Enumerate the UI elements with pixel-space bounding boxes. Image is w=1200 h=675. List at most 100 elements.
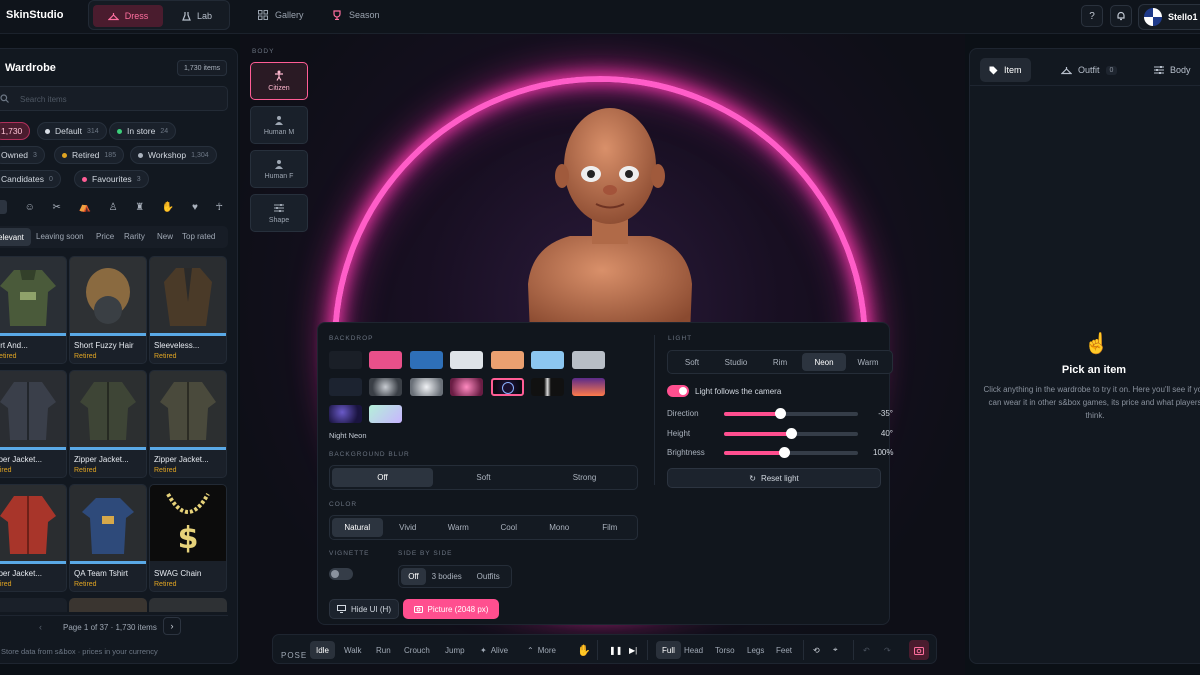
light-rim-option[interactable]: Rim <box>758 353 802 371</box>
help-button[interactable]: ? <box>1081 5 1103 27</box>
light-neon-option[interactable]: Neon <box>802 353 846 371</box>
search-input[interactable]: Search items <box>0 86 228 111</box>
filter-all-chip[interactable]: 1,730 <box>0 122 31 140</box>
pose-run-button[interactable]: Run <box>376 641 391 659</box>
backdrop-swatch[interactable] <box>450 378 483 396</box>
sort-new-tab[interactable]: New <box>157 232 173 241</box>
color-mono-option[interactable]: Mono <box>534 518 585 537</box>
view-head-button[interactable]: Head <box>684 641 703 659</box>
blur-strong-option[interactable]: Strong <box>534 468 635 487</box>
follow-camera-toggle[interactable] <box>667 385 689 397</box>
backdrop-swatch[interactable] <box>369 405 402 423</box>
backdrop-swatch[interactable] <box>329 378 362 396</box>
item-card[interactable]: QA Team Tshirt Retired <box>69 484 147 592</box>
light-warm-option[interactable]: Warm <box>846 353 890 371</box>
item-card[interactable]: pper Jacket... etired <box>0 484 67 592</box>
hide-ui-button[interactable]: Hide UI (H) <box>329 599 399 619</box>
prev-page-icon[interactable]: ‹ <box>39 622 42 632</box>
color-film-option[interactable]: Film <box>585 518 636 537</box>
tab-item[interactable]: Item <box>980 58 1031 82</box>
item-card-partial[interactable] <box>149 598 227 612</box>
filter-owned-chip[interactable]: Owned 3 <box>0 146 45 164</box>
tab-outfit[interactable]: Outfit 0 <box>1052 58 1126 82</box>
next-page-button[interactable]: › <box>163 617 181 635</box>
item-card[interactable]: Zipper Jacket... Retired <box>69 370 147 478</box>
item-card[interactable]: hirt And... Retired <box>0 256 67 364</box>
redo-icon[interactable]: ↷ <box>884 641 891 659</box>
filter-candidates-chip[interactable]: Candidates 0 <box>0 170 61 188</box>
direction-knob[interactable] <box>774 408 786 419</box>
side-3bodies-option[interactable]: 3 bodies <box>426 568 468 585</box>
category-top-icon[interactable]: ⛺ <box>79 202 91 213</box>
brightness-knob[interactable] <box>778 447 790 458</box>
pose-more-button[interactable]: ⌃ More <box>527 641 556 659</box>
category-figure-icon[interactable]: ☥ <box>216 202 223 213</box>
color-natural-option[interactable]: Natural <box>332 518 383 537</box>
backdrop-swatch[interactable] <box>531 351 564 369</box>
brightness-slider[interactable] <box>724 447 858 458</box>
backdrop-swatch[interactable] <box>329 405 362 423</box>
nav-season[interactable]: Season <box>332 10 380 20</box>
picture-button[interactable]: Picture (2048 px) <box>403 599 499 619</box>
height-slider[interactable] <box>724 428 858 439</box>
light-studio-option[interactable]: Studio <box>714 353 758 371</box>
backdrop-swatch[interactable] <box>572 378 605 396</box>
side-outfits-option[interactable]: Outfits <box>467 568 509 585</box>
body-human-f-button[interactable]: Human F <box>250 150 308 188</box>
body-human-m-button[interactable]: Human M <box>250 106 308 144</box>
user-menu[interactable]: Stello1 <box>1138 4 1200 30</box>
body-citizen-button[interactable]: Citizen <box>250 62 308 100</box>
backdrop-swatch[interactable] <box>450 351 483 369</box>
body-shape-button[interactable]: Shape <box>250 194 308 232</box>
light-soft-option[interactable]: Soft <box>670 353 714 371</box>
screenshot-button[interactable] <box>909 640 929 660</box>
filter-instore-chip[interactable]: In store 24 <box>109 122 177 140</box>
undo-icon[interactable]: ↶ <box>863 641 870 659</box>
item-card[interactable]: Sleeveless... Retired <box>149 256 227 364</box>
backdrop-swatch[interactable] <box>572 351 605 369</box>
backdrop-swatch[interactable] <box>531 378 564 396</box>
pose-jump-button[interactable]: Jump <box>445 641 465 659</box>
view-feet-button[interactable]: Feet <box>776 641 792 659</box>
pose-alive-button[interactable]: ✦ Alive <box>480 641 508 659</box>
direction-slider[interactable] <box>724 408 858 419</box>
focus-icon[interactable]: ⌖ <box>833 641 838 659</box>
blur-off-option[interactable]: Off <box>332 468 433 487</box>
mode-lab-button[interactable]: Lab <box>167 5 227 27</box>
reset-light-button[interactable]: ↻ Reset light <box>667 468 881 488</box>
vignette-toggle[interactable] <box>329 568 353 580</box>
notifications-button[interactable] <box>1110 5 1132 27</box>
category-all-icon[interactable] <box>0 200 7 214</box>
item-card[interactable]: Zipper Jacket... Retired <box>149 370 227 478</box>
step-icon[interactable]: ▶| <box>629 641 637 659</box>
filter-workshop-chip[interactable]: Workshop 1,304 <box>130 146 217 164</box>
pose-idle-button[interactable]: Idle <box>310 641 335 659</box>
mode-dress-button[interactable]: Dress <box>93 5 163 27</box>
nav-gallery[interactable]: Gallery <box>258 10 304 20</box>
backdrop-swatch[interactable] <box>410 351 443 369</box>
item-card-partial[interactable] <box>69 598 147 612</box>
view-full-button[interactable]: Full <box>656 641 681 659</box>
pause-icon[interactable]: ❚❚ <box>609 641 622 659</box>
backdrop-swatch-selected[interactable] <box>491 378 524 396</box>
item-card[interactable]: Short Fuzzy Hair Retired <box>69 256 147 364</box>
category-hair-icon[interactable]: ✂ <box>53 202 61 213</box>
view-legs-button[interactable]: Legs <box>747 641 764 659</box>
orbit-icon[interactable]: ⟲ <box>813 641 820 659</box>
filter-favourites-chip[interactable]: Favourites 3 <box>74 170 149 188</box>
backdrop-swatch[interactable] <box>491 351 524 369</box>
sort-rarity-tab[interactable]: Rarity <box>124 232 145 241</box>
item-card[interactable]: $ SWAG Chain Retired <box>149 484 227 592</box>
category-hands-icon[interactable]: ✋ <box>162 202 174 213</box>
side-off-option[interactable]: Off <box>401 568 426 585</box>
color-warm-option[interactable]: Warm <box>433 518 484 537</box>
tab-body[interactable]: Body <box>1145 58 1200 82</box>
color-vivid-option[interactable]: Vivid <box>383 518 434 537</box>
backdrop-swatch[interactable] <box>369 351 402 369</box>
backdrop-swatch[interactable] <box>410 378 443 396</box>
sort-price-tab[interactable]: Price <box>96 232 114 241</box>
sort-toprated-tab[interactable]: Top rated <box>182 232 215 241</box>
blur-soft-option[interactable]: Soft <box>433 468 534 487</box>
filter-retired-chip[interactable]: Retired 185 <box>54 146 125 164</box>
pose-walk-button[interactable]: Walk <box>344 641 361 659</box>
